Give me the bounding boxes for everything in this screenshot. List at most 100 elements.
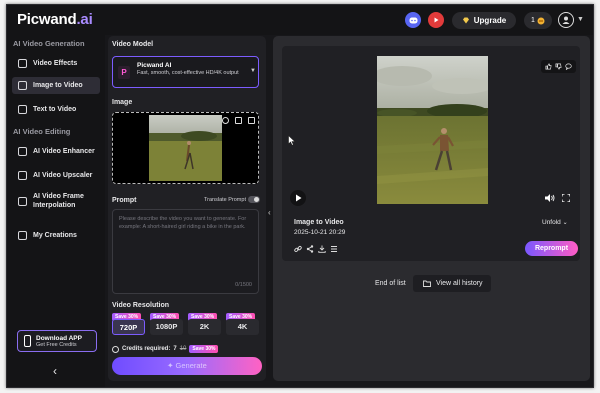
credits-count: 1 bbox=[531, 17, 535, 24]
download-subtitle: Get Free Credits bbox=[36, 341, 77, 348]
crop-icon[interactable] bbox=[235, 117, 242, 124]
phone-icon bbox=[24, 335, 31, 347]
top-bar: Picwand.ai Upgrade 1 ▼ bbox=[7, 5, 593, 35]
chevron-down-icon[interactable]: ▼ bbox=[577, 16, 584, 23]
coin-icon bbox=[537, 17, 545, 24]
sidebar-item-label: AI Video Enhancer bbox=[33, 148, 95, 155]
logo[interactable]: Picwand.ai bbox=[17, 11, 93, 28]
image-label: Image bbox=[112, 99, 133, 106]
image-upload-area[interactable] bbox=[112, 112, 259, 184]
resolution-4k[interactable]: 4K bbox=[226, 319, 259, 335]
thumbs-down-icon[interactable] bbox=[555, 63, 562, 70]
youtube-icon[interactable] bbox=[428, 12, 444, 28]
prompt-char-count: 0/1500 bbox=[235, 282, 252, 288]
sidebar: AI Video Generation Video Effects Image … bbox=[7, 35, 105, 387]
end-of-list-text: End of list bbox=[375, 280, 406, 287]
credits-value: 7 bbox=[173, 346, 177, 352]
volume-icon[interactable] bbox=[545, 194, 555, 202]
play-icon bbox=[296, 194, 302, 202]
logo-suffix: .ai bbox=[76, 11, 93, 28]
diamond-icon bbox=[462, 17, 469, 24]
download-title: Download APP bbox=[36, 334, 82, 342]
chevron-down-icon: ▼ bbox=[250, 68, 256, 74]
discord-icon[interactable] bbox=[405, 12, 421, 28]
sidebar-item-video-effects[interactable]: Video Effects bbox=[12, 55, 100, 72]
result-title: Image to Video bbox=[294, 219, 344, 226]
play-button[interactable] bbox=[290, 190, 306, 206]
model-label: Video Model bbox=[112, 41, 154, 48]
resolution-2k[interactable]: 2K bbox=[188, 319, 221, 335]
sidebar-item-frame-interpolation[interactable]: AI Video Frame Interpolation bbox=[12, 189, 100, 213]
credits-row: Credits required: 7 10 Save 30% bbox=[112, 345, 219, 353]
sidebar-item-label: AI Video Upscaler bbox=[33, 172, 93, 179]
share-icon[interactable] bbox=[306, 245, 314, 253]
section-heading-generation: AI Video Generation bbox=[13, 39, 85, 48]
sidebar-item-label: Image to Video bbox=[33, 82, 83, 89]
translate-prompt-toggle[interactable] bbox=[248, 196, 260, 203]
sidebar-item-label: Video Effects bbox=[33, 60, 78, 67]
coin-icon bbox=[112, 345, 119, 353]
app-window: Picwand.ai Upgrade 1 ▼ AI Video Generati… bbox=[6, 4, 594, 388]
view-all-history-label: View all history bbox=[436, 280, 483, 287]
sidebar-item-label: Text to Video bbox=[33, 106, 77, 113]
section-heading-editing: AI Video Editing bbox=[13, 127, 71, 136]
credits-old-value: 10 bbox=[179, 346, 187, 352]
save-badge: Save 30% bbox=[189, 345, 219, 353]
collapse-sidebar-icon[interactable]: ‹ bbox=[53, 364, 57, 378]
unfold-label: Unfold bbox=[542, 219, 561, 226]
results-area: Image to Video 2025-10-21 20:29 Unfold ⌄… bbox=[273, 36, 590, 381]
reprompt-button[interactable]: Reprompt bbox=[525, 241, 578, 256]
sidebar-item-my-creations[interactable]: My Creations bbox=[12, 227, 100, 244]
result-actions bbox=[294, 245, 338, 253]
chevron-down-icon: ⌄ bbox=[562, 220, 568, 226]
video-preview[interactable] bbox=[377, 56, 488, 204]
sidebar-item-upscaler[interactable]: AI Video Upscaler bbox=[12, 167, 100, 184]
trash-icon[interactable] bbox=[248, 117, 255, 124]
sidebar-item-enhancer[interactable]: AI Video Enhancer bbox=[12, 143, 100, 160]
upscaler-icon bbox=[18, 171, 27, 180]
text-icon bbox=[18, 105, 27, 114]
thumbs-up-icon[interactable] bbox=[545, 63, 552, 70]
chevron-left-icon[interactable]: ‹ bbox=[268, 208, 271, 217]
link-icon[interactable] bbox=[294, 245, 302, 253]
user-icon bbox=[562, 16, 570, 24]
credits-badge[interactable]: 1 bbox=[524, 12, 552, 29]
video-effects-icon bbox=[18, 59, 27, 68]
unfold-toggle[interactable]: Unfold ⌄ bbox=[542, 219, 568, 226]
enhancer-icon bbox=[18, 147, 27, 156]
sidebar-item-label: My Creations bbox=[33, 232, 77, 239]
menu-icon[interactable] bbox=[330, 245, 338, 253]
result-card: Image to Video 2025-10-21 20:29 Unfold ⌄… bbox=[282, 46, 580, 261]
avatar[interactable] bbox=[558, 12, 574, 28]
sidebar-item-label: AI Video Frame Interpolation bbox=[33, 193, 84, 209]
prompt-textarea[interactable]: Please describe the video you want to ge… bbox=[112, 209, 259, 294]
prompt-placeholder: Please describe the video you want to ge… bbox=[119, 216, 247, 230]
upgrade-label: Upgrade bbox=[473, 16, 507, 25]
image-icon bbox=[18, 81, 27, 90]
model-name: Picwand AI bbox=[137, 62, 172, 69]
generate-button[interactable]: ✦ Generate bbox=[112, 357, 262, 375]
upgrade-button[interactable]: Upgrade bbox=[452, 12, 516, 29]
resolution-1080p[interactable]: 1080P bbox=[150, 319, 183, 335]
uploaded-image-thumbnail bbox=[149, 115, 222, 181]
model-select[interactable]: P Picwand AI Fast, smooth, cost-effectiv… bbox=[112, 56, 259, 88]
mouse-cursor-icon bbox=[288, 135, 296, 146]
frame-icon bbox=[18, 196, 27, 206]
feedback-group bbox=[541, 60, 576, 73]
folder-icon bbox=[423, 280, 431, 287]
resolution-720p[interactable]: 720P bbox=[112, 319, 145, 335]
replace-icon[interactable] bbox=[222, 117, 229, 124]
resolution-label: Video Resolution bbox=[112, 302, 170, 309]
result-date: 2025-10-21 20:29 bbox=[294, 229, 346, 236]
download-app-button[interactable]: Download APP Get Free Credits bbox=[17, 330, 97, 352]
translate-prompt-label: Translate Prompt bbox=[204, 197, 246, 203]
download-icon[interactable] bbox=[318, 245, 326, 253]
fullscreen-icon[interactable] bbox=[562, 194, 570, 202]
comment-icon[interactable] bbox=[565, 63, 572, 70]
settings-panel: Video Model P Picwand AI Fast, smooth, c… bbox=[108, 36, 266, 381]
credits-required-label: Credits required: bbox=[122, 346, 171, 352]
sidebar-item-text-to-video[interactable]: Text to Video bbox=[12, 101, 100, 118]
sidebar-item-image-to-video[interactable]: Image to Video bbox=[12, 77, 100, 94]
view-all-history-button[interactable]: View all history bbox=[413, 275, 491, 292]
picwand-model-icon: P bbox=[118, 66, 130, 79]
